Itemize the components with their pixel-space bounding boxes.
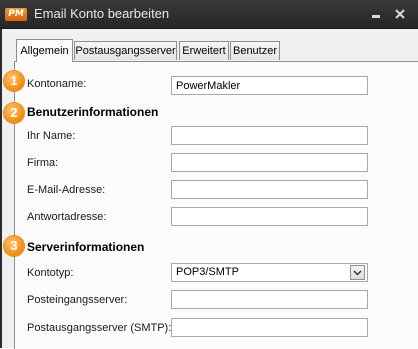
close-icon[interactable]: [392, 6, 408, 22]
window-title: Email Konto bearbeiten: [34, 6, 170, 21]
company-label: Firma:: [27, 157, 59, 169]
account-type-label: Kontotyp:: [27, 267, 74, 279]
server-info-heading: Serverinformationen: [27, 240, 145, 254]
your-name-label: Ihr Name:: [27, 130, 76, 142]
step-badge-3: 3: [4, 236, 24, 256]
outgoing-server-label: Postausgangsserver (SMTP):: [27, 322, 172, 334]
company-input[interactable]: [171, 153, 368, 172]
dialog-window: PM Email Konto bearbeiten Allgemein Post…: [0, 0, 418, 349]
reply-address-input[interactable]: [171, 207, 368, 226]
tab-allgemein[interactable]: Allgemein: [16, 39, 73, 62]
account-type-select[interactable]: POP3/SMTP: [171, 263, 368, 282]
account-name-label: Kontoname:: [27, 78, 87, 90]
tab-postausgangsserver[interactable]: Postausgangsserver: [74, 41, 177, 60]
dialog-body: Allgemein Postausgangsserver Erweitert B…: [2, 29, 418, 349]
account-type-value: POP3/SMTP: [176, 266, 239, 278]
email-input[interactable]: [171, 180, 368, 199]
reply-address-label: Antwortadresse:: [27, 211, 107, 223]
step-badge-2: 2: [4, 103, 24, 123]
tab-erweitert[interactable]: Erweitert: [179, 41, 229, 60]
step-badge-1: 1: [4, 71, 24, 91]
minimize-icon[interactable]: [368, 6, 384, 22]
title-bar[interactable]: PM Email Konto bearbeiten: [0, 0, 418, 29]
app-logo: PM: [5, 8, 27, 21]
incoming-server-label: Posteingangsserver:: [27, 294, 128, 306]
tab-panel-allgemein: 1 Kontoname: 2 Benutzerinformationen Ihr…: [4, 61, 418, 349]
account-name-input[interactable]: [171, 76, 368, 95]
tab-benutzer[interactable]: Benutzer: [230, 41, 280, 60]
user-info-heading: Benutzerinformationen: [27, 105, 159, 119]
outgoing-server-input[interactable]: [171, 318, 368, 337]
your-name-input[interactable]: [171, 126, 368, 145]
incoming-server-input[interactable]: [171, 290, 368, 309]
email-label: E-Mail-Adresse:: [27, 184, 106, 196]
chevron-down-icon[interactable]: [350, 265, 365, 280]
